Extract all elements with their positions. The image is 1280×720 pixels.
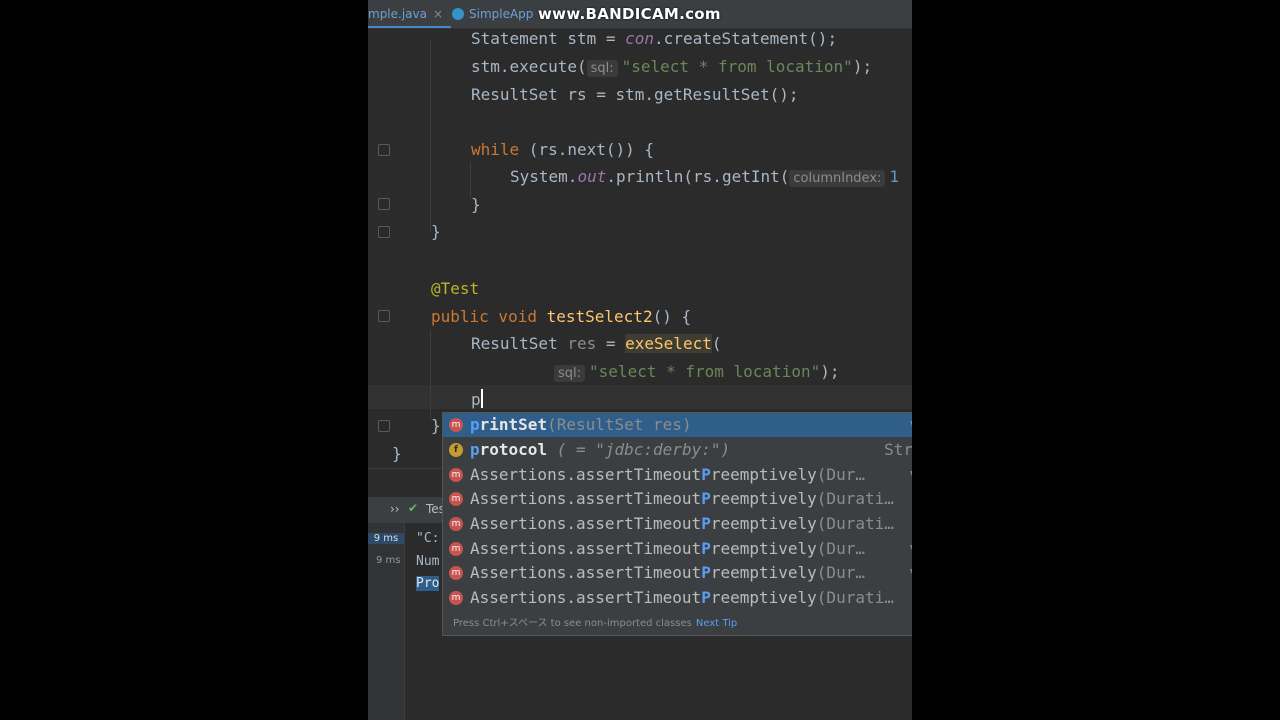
method-icon: m (449, 591, 463, 605)
code-line: p (471, 389, 483, 409)
test-duration[interactable]: 9 ms (376, 555, 401, 566)
fold-icon[interactable] (378, 144, 390, 156)
indent-guide (430, 40, 431, 232)
code-line: } (431, 416, 441, 435)
ide-window: mple.java × SimpleApp www.BANDICAM.com St… (368, 0, 912, 720)
completion-item[interactable]: f protocol ( = "jdbc:derby:") Str (443, 438, 912, 462)
editor-tab-bar: mple.java × SimpleApp www.BANDICAM.com (368, 0, 912, 29)
completion-item[interactable]: m Assertions.assertTimeoutPreemptively(D… (443, 487, 912, 511)
method-icon: m (449, 566, 463, 580)
completion-item[interactable]: m Assertions.assertTimeoutPreemptively(D… (443, 463, 912, 487)
method-icon: m (449, 492, 463, 506)
completion-footer: Press Ctrl+スペース to see non-imported clas… (453, 618, 738, 629)
fold-icon[interactable] (378, 226, 390, 238)
code-line: System.out.println(rs.getInt(columnIndex… (510, 167, 900, 187)
code-line: } (392, 444, 402, 463)
method-icon: m (449, 418, 463, 432)
fold-icon[interactable] (378, 420, 390, 432)
code-line: public void testSelect2() { (431, 307, 692, 326)
code-line: } (471, 195, 481, 214)
param-hint: columnIndex: (789, 170, 886, 187)
test-tree: 9 ms 9 ms (368, 523, 405, 720)
next-tip-link[interactable]: Next Tip (696, 618, 737, 629)
class-icon (452, 8, 464, 20)
expand-icon[interactable]: ›› (390, 502, 400, 516)
bandicam-watermark: www.BANDICAM.com (538, 5, 721, 23)
code-line: Statement stm = con.createStatement(); (471, 29, 838, 48)
current-line-highlight (368, 385, 912, 409)
code-line: } (431, 222, 441, 241)
code-line: ResultSet rs = stm.getResultSet(); (471, 85, 799, 104)
code-line: sql: "select * from location"); (554, 360, 839, 384)
check-icon: ✔ (408, 501, 419, 515)
console-line: Num (416, 554, 440, 569)
method-icon: m (449, 517, 463, 531)
close-icon[interactable]: × (433, 7, 443, 21)
completion-item[interactable]: m Assertions.assertTimeoutPreemptively(D… (443, 537, 912, 561)
param-hint: sql: (554, 365, 586, 382)
param-hint: sql: (586, 60, 618, 77)
method-icon: m (449, 468, 463, 482)
tab-label: mple.java (368, 7, 427, 21)
tab-label: SimpleApp (469, 7, 534, 21)
completion-item[interactable]: m printSet(ResultSet res) v (443, 413, 912, 437)
field-icon: f (449, 443, 463, 457)
tab-simpleapp[interactable]: SimpleApp (452, 0, 533, 28)
code-completion-popup: m printSet(ResultSet res) v f protocol (… (442, 412, 912, 636)
code-line: stm.execute(sql: "select * from location"… (471, 57, 873, 77)
test-duration[interactable]: 9 ms (368, 533, 404, 544)
method-icon: m (449, 542, 463, 556)
code-line: ResultSet res = exeSelect( (471, 334, 722, 353)
tab-simple-java[interactable]: mple.java × (368, 0, 452, 28)
fold-icon[interactable] (378, 198, 390, 210)
completion-item[interactable]: m Assertions.assertTimeoutPreemptively(D… (443, 512, 912, 536)
fold-icon[interactable] (378, 310, 390, 322)
console-line: Pro (416, 576, 440, 591)
console-line: "C: (416, 531, 440, 546)
code-line: while (rs.next()) { (471, 140, 655, 159)
code-line: @Test (431, 279, 480, 298)
code-editor[interactable]: Statement stm = con.createStatement(); s… (368, 28, 912, 468)
text-caret (480, 389, 483, 408)
completion-item[interactable]: m Assertions.assertTimeoutPreemptively(D… (443, 586, 912, 610)
indent-guide (430, 330, 431, 420)
completion-item[interactable]: m Assertions.assertTimeoutPreemptively(D… (443, 561, 912, 585)
